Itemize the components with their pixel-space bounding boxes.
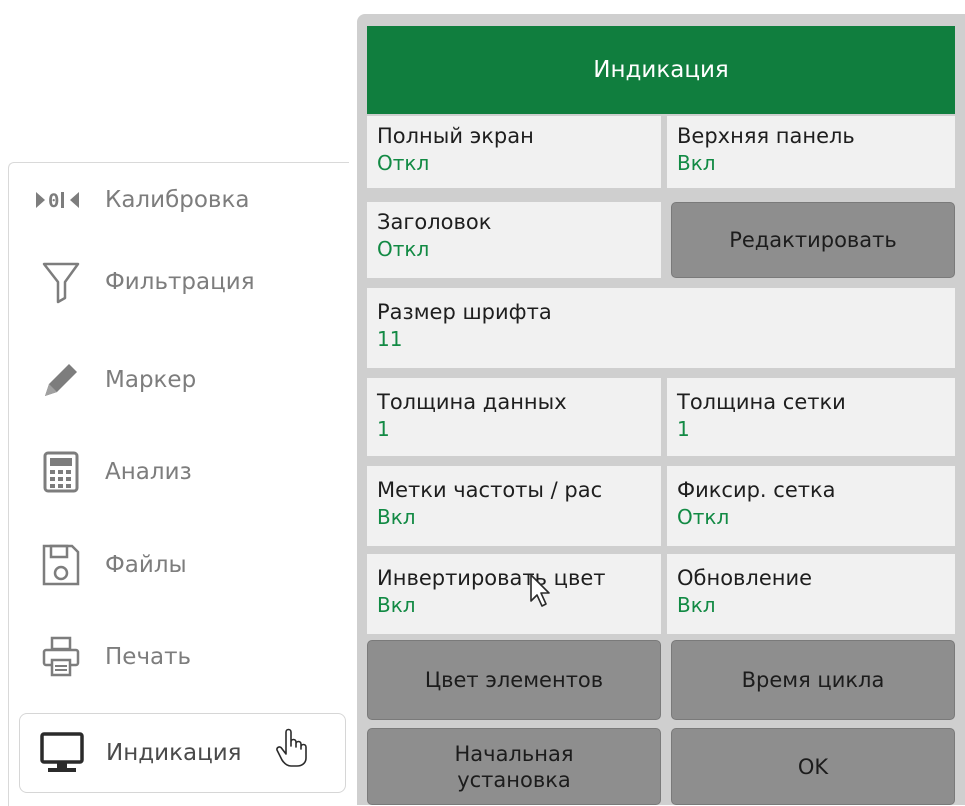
menu-item-filtering[interactable]: Фильтрация xyxy=(19,245,344,319)
pencil-icon xyxy=(31,355,91,405)
arrow-cursor-icon xyxy=(529,573,553,613)
menu-item-label: Индикация xyxy=(106,740,242,766)
update-setting[interactable]: Обновление Вкл xyxy=(667,554,955,634)
top-panel-setting[interactable]: Верхняя панель Вкл xyxy=(667,116,955,188)
menu-item-files[interactable]: Файлы xyxy=(19,528,344,602)
ok-button[interactable]: OK xyxy=(671,728,955,805)
setting-value: 11 xyxy=(377,327,403,351)
panel-title: Индикация xyxy=(367,26,955,114)
floppy-disk-icon xyxy=(31,540,91,590)
button-label-line1: Начальная xyxy=(454,741,574,766)
data-thickness-setting[interactable]: Толщина данных 1 xyxy=(367,378,661,456)
setting-value: Вкл xyxy=(377,593,416,617)
initial-setup-button[interactable]: Начальная установка xyxy=(367,728,661,805)
calibration-icon: 0 xyxy=(31,175,91,225)
printer-icon xyxy=(31,632,91,682)
monitor-icon xyxy=(32,728,92,778)
menu-item-label: Файлы xyxy=(105,552,187,578)
setting-label: Полный экран xyxy=(377,124,534,148)
menu-item-analysis[interactable]: Анализ xyxy=(19,435,344,509)
grid-thickness-setting[interactable]: Толщина сетки 1 xyxy=(667,378,955,456)
edit-button[interactable]: Редактировать xyxy=(671,202,955,278)
header-setting[interactable]: Заголовок Откл xyxy=(367,202,661,278)
setting-value: 1 xyxy=(677,417,690,441)
menu-item-label: Калибровка xyxy=(105,187,250,213)
setting-value: Вкл xyxy=(677,151,716,175)
setting-value: Откл xyxy=(377,237,430,261)
setting-label: Заголовок xyxy=(377,210,492,234)
setting-label: Инвертировать цвет xyxy=(377,566,606,590)
menu-item-label: Маркер xyxy=(105,367,197,393)
cycle-time-button[interactable]: Время цикла xyxy=(671,640,955,720)
menu-item-indication[interactable]: Индикация xyxy=(19,713,346,793)
setting-value: Откл xyxy=(377,151,430,175)
menu-item-print[interactable]: Печать xyxy=(19,620,344,694)
setting-label: Обновление xyxy=(677,566,813,590)
setting-value: Вкл xyxy=(377,505,416,529)
calculator-icon xyxy=(31,447,91,497)
setting-value: Откл xyxy=(677,505,730,529)
setting-label: Метки частоты / рас xyxy=(377,478,603,502)
setting-label: Размер шрифта xyxy=(377,300,552,324)
menu-item-label: Анализ xyxy=(105,459,192,485)
hand-pointer-icon xyxy=(275,728,307,774)
setting-value: 1 xyxy=(377,417,390,441)
filter-icon xyxy=(31,257,91,307)
full-screen-setting[interactable]: Полный экран Откл xyxy=(367,116,661,188)
button-label-line2: установка xyxy=(457,767,571,792)
invert-colors-setting[interactable]: Инвертировать цвет Вкл xyxy=(367,554,661,634)
element-color-button[interactable]: Цвет элементов xyxy=(367,640,661,720)
fixed-grid-setting[interactable]: Фиксир. сетка Откл xyxy=(667,466,955,546)
svg-text:0: 0 xyxy=(48,190,59,211)
menu-item-label: Фильтрация xyxy=(105,269,255,295)
indication-panel: Индикация Полный экран Откл Верхняя пане… xyxy=(357,14,965,805)
setting-label: Толщина сетки xyxy=(677,390,846,414)
menu-item-calibration[interactable]: 0 Калибровка xyxy=(19,163,344,237)
setting-label: Фиксир. сетка xyxy=(677,478,836,502)
menu-item-label: Печать xyxy=(105,644,192,670)
setting-label: Верхняя панель xyxy=(677,124,855,148)
setting-label: Толщина данных xyxy=(377,390,567,414)
font-size-setting[interactable]: Размер шрифта 11 xyxy=(367,288,955,368)
setting-value: Вкл xyxy=(677,593,716,617)
side-menu: 0 Калибровка Фильтрация Маркер Анализ Фа… xyxy=(8,162,349,806)
frequency-labels-setting[interactable]: Метки частоты / рас Вкл xyxy=(367,466,661,546)
menu-item-marker[interactable]: Маркер xyxy=(19,343,344,417)
